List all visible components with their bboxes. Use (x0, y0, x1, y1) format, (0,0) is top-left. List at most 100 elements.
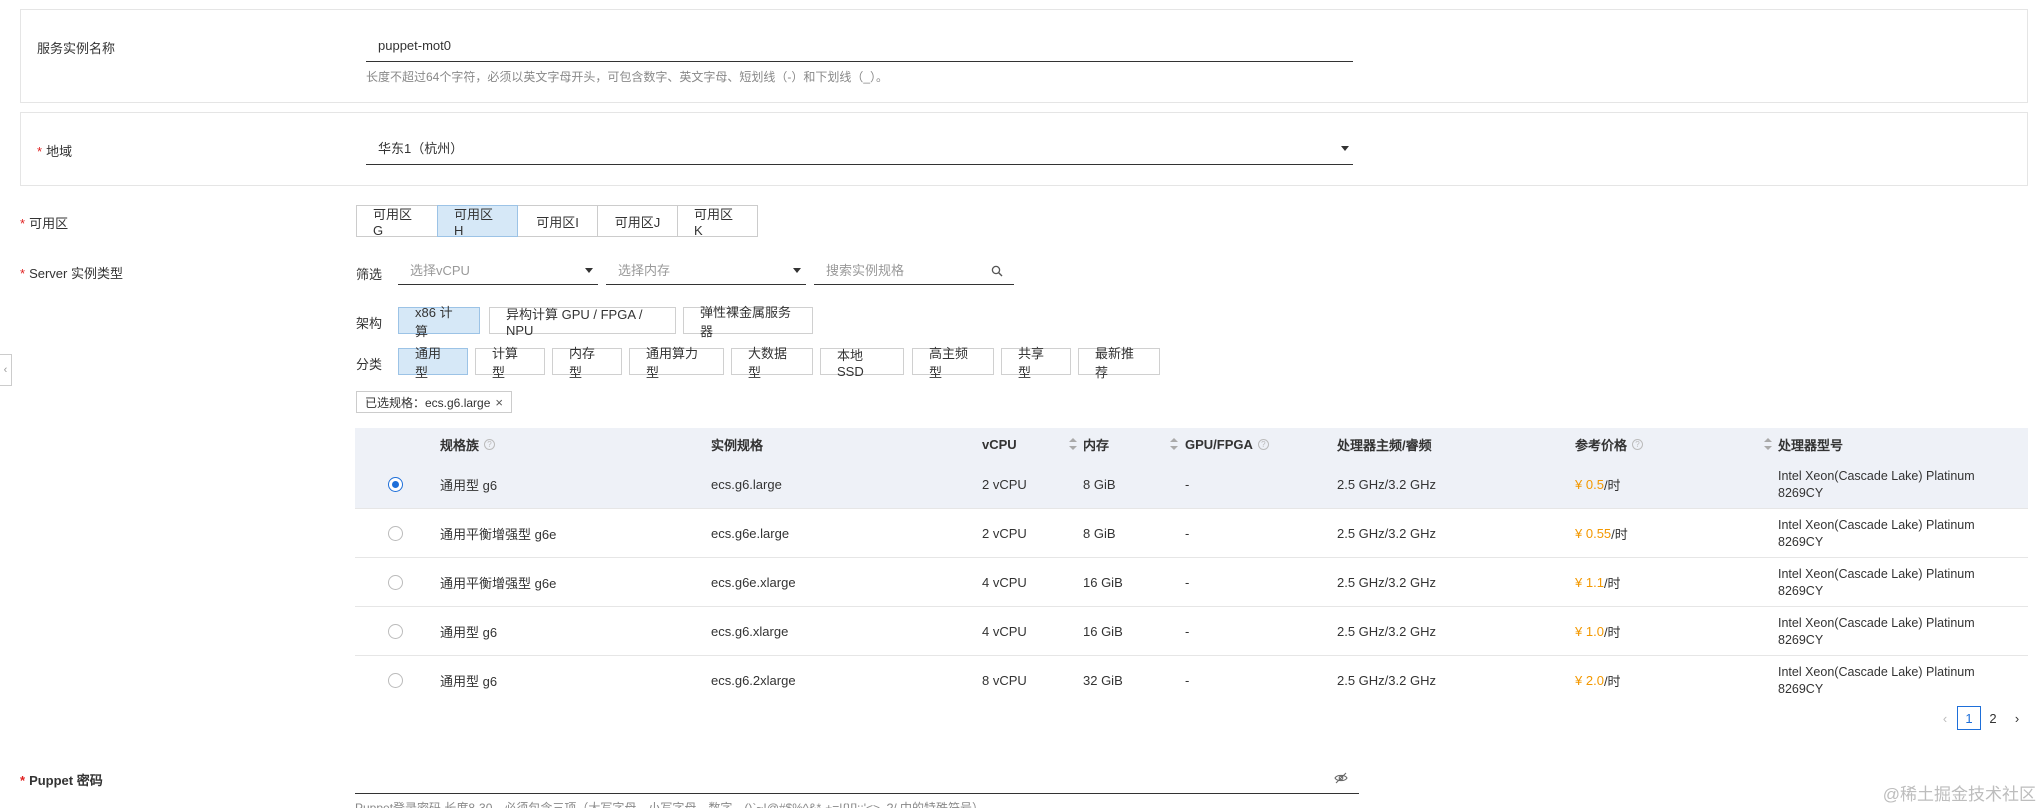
cell-family: 通用平衡增强型 g6e (440, 527, 557, 542)
cell-cpu-model: Intel Xeon(Cascade Lake) Platinum 8269CY (1778, 664, 1975, 695)
category-option-latest[interactable]: 最新推荐 (1078, 346, 1160, 380)
cell-price: ¥ 1.0/时 (1575, 624, 1621, 640)
row-radio[interactable] (388, 624, 403, 639)
page-1-button[interactable]: 1 (1957, 706, 1981, 730)
help-icon[interactable]: ? (1257, 438, 1269, 450)
memory-select[interactable]: 选择内存 (606, 255, 806, 285)
table-row[interactable]: 通用型 g6 ecs.g6.2xlarge 8 vCPU 32 GiB - 2.… (355, 656, 2028, 694)
cell-freq: 2.5 GHz/3.2 GHz (1337, 624, 1436, 639)
spec-search-input[interactable]: 搜索实例规格 (814, 255, 1014, 285)
cell-family: 通用型 g6 (440, 478, 498, 493)
sort-icon[interactable] (1764, 438, 1772, 450)
sidebar-toggle[interactable]: ‹ (0, 354, 12, 386)
cell-freq: 2.5 GHz/3.2 GHz (1337, 526, 1436, 541)
row-radio[interactable] (388, 526, 403, 541)
cell-memory: 8 GiB (1083, 477, 1116, 492)
cell-memory: 16 GiB (1083, 624, 1123, 639)
instance-name-label: 服务实例名称 (37, 41, 116, 56)
category-label: 分类 (356, 357, 383, 372)
region-select[interactable]: 华东1（杭州） (366, 131, 1353, 165)
search-icon[interactable] (991, 265, 1003, 277)
cell-gpu: - (1185, 477, 1190, 492)
help-icon[interactable]: ? (484, 438, 496, 450)
arch-option-heterogeneous[interactable]: 异构计算 GPU / FPGA / NPU (489, 307, 676, 338)
column-spec: 实例规格 (711, 437, 764, 453)
instance-name-hint: 长度不超过64个字符，必须以英文字母开头，可包含数字、英文字母、短划线（-）和下… (366, 70, 889, 84)
cell-price: ¥ 0.5/时 (1575, 477, 1621, 493)
sort-icon[interactable] (1069, 438, 1077, 450)
cell-price: ¥ 0.55/时 (1575, 526, 1628, 542)
category-option-compute[interactable]: 计算型 (475, 346, 545, 380)
row-radio[interactable] (388, 477, 403, 492)
chevron-down-icon (793, 268, 801, 273)
row-radio[interactable] (388, 575, 403, 590)
cell-family: 通用型 g6 (440, 674, 498, 689)
zone-option-i[interactable]: 可用区I (517, 205, 598, 237)
cell-vcpu: 8 vCPU (982, 673, 1027, 688)
instance-name-input[interactable]: puppet-mot0 (366, 30, 1353, 62)
cell-freq: 2.5 GHz/3.2 GHz (1337, 477, 1436, 492)
zone-option-j[interactable]: 可用区J (597, 205, 678, 237)
table-row[interactable]: 通用型 g6 ecs.g6.large 2 vCPU 8 GiB - 2.5 G… (355, 460, 2028, 509)
zone-option-g[interactable]: 可用区G (356, 205, 438, 238)
category-option-big-data[interactable]: 大数据型 (731, 346, 813, 380)
table-row[interactable]: 通用型 g6 ecs.g6.xlarge 4 vCPU 16 GiB - 2.5… (355, 607, 2028, 656)
cell-vcpu: 2 vCPU (982, 526, 1027, 541)
cell-memory: 8 GiB (1083, 526, 1116, 541)
category-option-local-ssd[interactable]: 本地 SSD (820, 348, 904, 379)
help-icon[interactable]: ? (1632, 438, 1644, 450)
eye-off-icon[interactable] (1334, 772, 1348, 784)
sort-icon[interactable] (1170, 438, 1178, 450)
column-memory: 内存 (1083, 428, 1178, 460)
pagination: ‹ 1 2 › (1933, 706, 2029, 730)
cell-price: ¥ 1.1/时 (1575, 575, 1621, 591)
selected-spec-chip: 已选规格：ecs.g6.large × (356, 391, 512, 413)
prev-page-button[interactable]: ‹ (1933, 706, 1957, 730)
cell-family: 通用平衡增强型 g6e (440, 576, 557, 591)
zone-label: * 可用区 (20, 216, 69, 231)
category-option-high-freq[interactable]: 高主频型 (912, 346, 994, 380)
category-option-general-compute[interactable]: 通用算力型 (629, 346, 724, 380)
cell-gpu: - (1185, 673, 1190, 688)
cell-memory: 32 GiB (1083, 673, 1123, 688)
category-option-general[interactable]: 通用型 (398, 346, 468, 380)
zone-selector: 可用区G 可用区H 可用区I 可用区J 可用区K (356, 205, 758, 238)
cell-vcpu: 4 vCPU (982, 624, 1027, 639)
cell-spec: ecs.g6e.large (711, 526, 790, 541)
table-row[interactable]: 通用平衡增强型 g6e ecs.g6e.large 2 vCPU 8 GiB -… (355, 509, 2028, 558)
category-option-memory[interactable]: 内存型 (552, 346, 622, 380)
page-2-button[interactable]: 2 (1981, 706, 2005, 730)
table-row[interactable]: 通用平衡增强型 g6e ecs.g6e.xlarge 4 vCPU 16 GiB… (355, 558, 2028, 607)
cell-spec: ecs.g6.xlarge (711, 624, 789, 639)
cell-vcpu: 2 vCPU (982, 477, 1027, 492)
arch-option-x86[interactable]: x86 计算 (398, 305, 480, 339)
close-icon[interactable]: × (495, 395, 503, 410)
puppet-password-input[interactable] (355, 762, 1359, 794)
region-label: * 地域 (37, 144, 73, 159)
cell-freq: 2.5 GHz/3.2 GHz (1337, 673, 1436, 688)
vcpu-select[interactable]: 选择vCPU (398, 255, 598, 285)
cell-cpu-model: Intel Xeon(Cascade Lake) Platinum 8269CY (1778, 468, 1975, 500)
cell-gpu: - (1185, 575, 1190, 590)
arch-option-bare-metal[interactable]: 弹性裸金属服务器 (683, 305, 813, 339)
category-option-shared[interactable]: 共享型 (1001, 346, 1071, 380)
server-type-label: * Server 实例类型 (20, 266, 123, 281)
cell-spec: ecs.g6.large (711, 477, 782, 492)
zone-option-h[interactable]: 可用区H (437, 205, 518, 238)
cell-price: ¥ 2.0/时 (1575, 673, 1621, 689)
next-page-button[interactable]: › (2005, 706, 2029, 730)
table-header: 规格族? 实例规格 vCPU 内存 GPU/FPGA? 处理器主频/睿频 参考价… (355, 428, 2028, 460)
cell-cpu-model: Intel Xeon(Cascade Lake) Platinum 8269CY (1778, 517, 1975, 549)
puppet-password-label: * Puppet 密码 (20, 773, 103, 788)
column-price: 参考价格? (1575, 428, 1772, 460)
zone-option-k[interactable]: 可用区K (677, 205, 758, 238)
cell-vcpu: 4 vCPU (982, 575, 1027, 590)
column-family: 规格族? (440, 428, 496, 460)
cell-cpu-model: Intel Xeon(Cascade Lake) Platinum 8269CY (1778, 615, 1975, 647)
row-radio[interactable] (388, 673, 403, 688)
cell-family: 通用型 g6 (440, 625, 498, 640)
column-freq: 处理器主频/睿频 (1337, 437, 1432, 453)
instance-name-value: puppet-mot0 (378, 38, 451, 53)
cell-spec: ecs.g6e.xlarge (711, 575, 796, 590)
arch-label: 架构 (356, 316, 383, 331)
